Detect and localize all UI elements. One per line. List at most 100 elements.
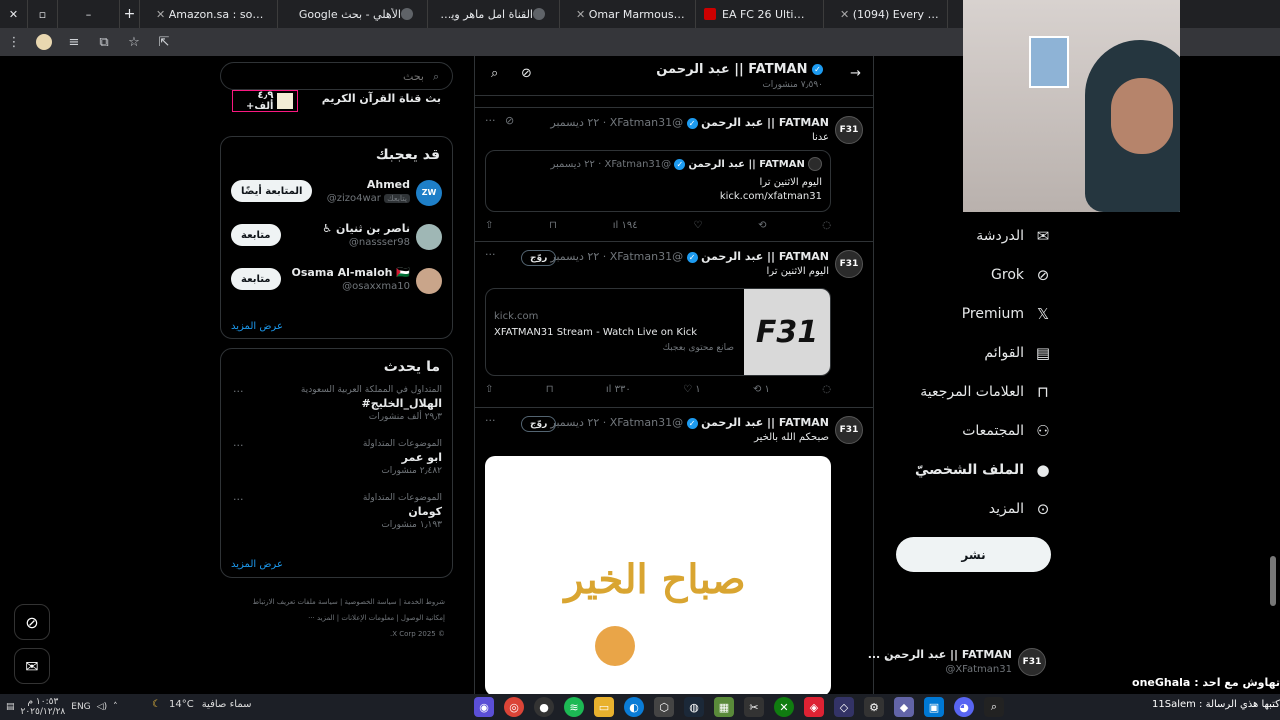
tab-google-channel[interactable]: القناة امل ماهر وين - بحث <box>428 0 560 28</box>
nav-item-more[interactable]: المزيد ⊙ <box>892 489 1052 528</box>
reply-icon[interactable]: ◌ <box>822 384 831 395</box>
footer-link[interactable]: سياسة الخصوصية <box>345 598 397 606</box>
tab-close-icon[interactable]: ✕ <box>156 8 165 21</box>
window-close-icon[interactable]: ✕ <box>0 0 28 28</box>
xbox-icon[interactable]: ✕ <box>774 697 794 717</box>
tweet-author[interactable]: FATMAN || عبد الرحمن <box>701 250 829 263</box>
more-dots-icon[interactable]: ··· <box>886 652 897 666</box>
tab-search-icon[interactable]: ≡ <box>66 35 82 50</box>
grok-float-button[interactable]: ⊘ <box>14 604 50 640</box>
show-more-link[interactable]: عرض المزيد <box>221 553 293 580</box>
star-icon[interactable]: ☆ <box>126 35 142 50</box>
promote-button[interactable]: روّج <box>521 250 557 266</box>
avatar[interactable] <box>416 224 442 250</box>
nav-item-bookmarks[interactable]: العلامات المرجعية ⊓ <box>892 372 1052 411</box>
bookmark-icon[interactable]: ⊓ <box>546 384 554 395</box>
back-arrow-icon[interactable]: → <box>850 66 861 81</box>
footer-link[interactable]: إمكانية الوصول <box>401 614 445 622</box>
steam-icon[interactable]: ◍ <box>684 697 704 717</box>
trend-item[interactable]: الموضوعات المتداولة كومان ١٫١٩٣ منشورات … <box>221 493 452 547</box>
grok-icon[interactable]: ⊘ <box>521 66 532 81</box>
search-icon[interactable]: ⌕ <box>491 66 498 81</box>
like-stat[interactable]: ♡ ١ <box>683 384 701 395</box>
follow-button[interactable]: متابعة <box>231 268 281 290</box>
account-switcher[interactable]: F31 FATMAN || عبد الرحمن ... @XFatman31 … <box>868 646 1046 686</box>
avatar[interactable]: F31 <box>835 116 863 144</box>
chevron-up-icon[interactable]: ˄ <box>113 702 118 712</box>
more-dots-icon[interactable]: ··· <box>485 114 496 127</box>
nav-item-premium[interactable]: Premium 𝕏 <box>892 294 1052 333</box>
avatar[interactable]: ZW <box>416 180 442 206</box>
post-button[interactable]: نشر <box>896 537 1051 572</box>
link-card[interactable]: F31 kick.com XFATMAN31 Stream - Watch Li… <box>485 288 831 376</box>
tweet-date[interactable]: ٢٢ ديسمبر <box>550 416 599 429</box>
follow-button[interactable]: متابعة <box>231 224 281 246</box>
extensions-icon[interactable]: ⧉ <box>96 35 112 50</box>
tweet[interactable]: F31 FATMAN || عبد الرحمن ✓ @XFatman31 · … <box>475 408 873 694</box>
settings-gear-icon[interactable]: ⚙ <box>864 697 884 717</box>
store-icon[interactable]: ▣ <box>924 697 944 717</box>
more-dots-icon[interactable]: ··· <box>233 385 244 398</box>
edge-icon[interactable]: ◐ <box>624 697 644 717</box>
search-input[interactable] <box>221 63 452 89</box>
repost-icon[interactable]: ⟲ <box>758 220 766 231</box>
nav-item-grok[interactable]: Grok ⊘ <box>892 255 1052 294</box>
trend-item[interactable]: الموضوعات المتداولة ابو عمر ٢٫٤٨٢ منشورا… <box>221 439 452 493</box>
nav-item-communities[interactable]: المجتمعات ⚇ <box>892 411 1052 450</box>
app-icon[interactable]: ✂ <box>744 697 764 717</box>
footer-link[interactable]: سياسة ملفات تعريف الارتباط <box>253 598 338 606</box>
app-icon[interactable]: ◈ <box>804 697 824 717</box>
more-dots-icon[interactable]: ··· <box>485 248 496 261</box>
tab-google-ahly[interactable]: الأهلي - بحث Google <box>278 0 428 28</box>
tweet-date[interactable]: ٢٢ ديسمبر <box>550 250 599 263</box>
tweet-author[interactable]: FATMAN || عبد الرحمن <box>701 416 829 429</box>
avatar[interactable]: F31 <box>835 416 863 444</box>
tab-close-icon[interactable]: ✕ <box>840 8 849 21</box>
share-icon[interactable]: ⇧ <box>485 384 493 395</box>
search-icon[interactable]: ⌕ <box>984 697 1004 717</box>
language-indicator[interactable]: ENG <box>71 702 90 712</box>
new-tab-button[interactable]: + <box>120 0 140 28</box>
suggestion-name[interactable]: Osama Al-maloh 🇵🇸 <box>292 266 410 279</box>
clock[interactable]: ١٠:٥٣ م ٢٠٢٥/١٢/٢٨ <box>21 697 66 717</box>
tweet-author[interactable]: FATMAN || عبد الرحمن <box>701 116 829 129</box>
tab-marmoush[interactable]: ✕ Omar Marmoush Winter <box>560 0 696 28</box>
app-icon[interactable]: ◉ <box>474 697 494 717</box>
tweet[interactable]: F31 FATMAN || عبد الرحمن ✓ @XFatman31 · … <box>475 242 873 408</box>
window-minimize-icon[interactable]: – <box>58 0 120 28</box>
follow-suggestion[interactable]: Osama Al-maloh 🇵🇸 @osaxxma10 متابعة <box>221 261 452 305</box>
promote-button[interactable]: روّج <box>521 416 557 432</box>
file-explorer-icon[interactable]: ▭ <box>594 697 614 717</box>
follow-suggestion[interactable]: ناصر بن ثنيان ♿ @nassser98 متابعة <box>221 217 452 261</box>
views-stat[interactable]: ıl ٣٣٠ <box>606 384 631 395</box>
quoted-tweet[interactable]: FATMAN || عبد الرحمن ✓ @XFatman31 · ٢٢ د… <box>485 150 831 212</box>
show-more-link[interactable]: عرض المزيد <box>221 315 293 342</box>
subscription-card[interactable]: بث قناة القرآن الكريم ٤٫٩ ألف+ <box>220 90 453 118</box>
like-icon[interactable]: ♡ <box>693 220 702 231</box>
messages-float-button[interactable]: ✉ <box>14 648 50 684</box>
footer-link[interactable]: معلومات الإعلانات <box>341 614 394 622</box>
obs-icon[interactable]: ● <box>534 697 554 717</box>
app-icon[interactable]: ◆ <box>894 697 914 717</box>
avatar[interactable] <box>416 268 442 294</box>
profile-avatar-icon[interactable] <box>36 34 52 50</box>
follow-back-button[interactable]: المتابعة أيضًا <box>231 180 313 202</box>
window-restore-icon[interactable]: ▫ <box>28 0 58 28</box>
bookmark-icon[interactable]: ⊓ <box>549 220 557 231</box>
more-dots-icon[interactable]: ··· <box>233 493 244 506</box>
more-dots-icon[interactable]: ··· <box>233 439 244 452</box>
footer-link[interactable]: شروط الخدمة <box>403 598 445 606</box>
share-icon[interactable]: ⇧ <box>485 220 493 231</box>
suggestion-name[interactable]: Ahmed <box>367 178 410 191</box>
tab-eafc[interactable]: EA FC 26 Ultimate Team <box>696 0 824 28</box>
share-icon[interactable]: ⇱ <box>156 35 172 50</box>
notifications-icon[interactable]: ▤ <box>6 702 15 712</box>
grok-icon[interactable]: ⊘ <box>505 114 514 127</box>
tweet-media-image[interactable]: صباح الخير <box>485 456 831 694</box>
weather-widget[interactable]: ☾ 14°C سماء صافية <box>152 699 251 710</box>
minecraft-icon[interactable]: ▦ <box>714 697 734 717</box>
app-icon[interactable]: ⬡ <box>654 697 674 717</box>
tab-amazon[interactable]: ✕ Amazon.sa : sony alpha <box>140 0 278 28</box>
views-stat[interactable]: ıl ١٩٤ <box>613 220 638 231</box>
scrollbar[interactable] <box>1270 556 1276 606</box>
